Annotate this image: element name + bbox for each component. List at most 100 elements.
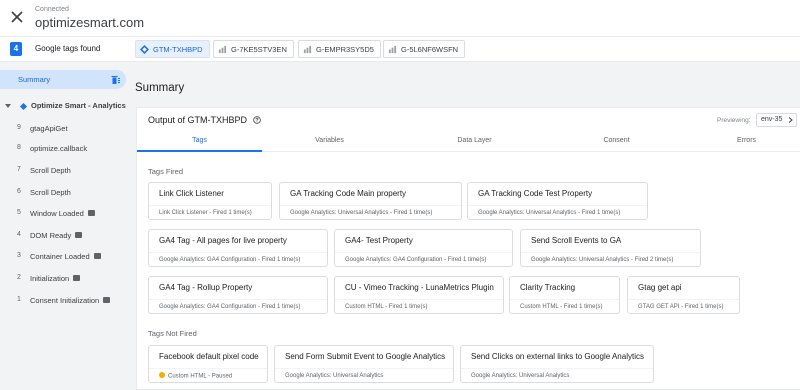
- sidebar-event-item[interactable]: 3 Container Loaded: [0, 251, 133, 265]
- event-number: 3: [17, 252, 21, 259]
- tab-variables[interactable]: Variables: [267, 132, 392, 152]
- tag-name: Gtag get api: [638, 283, 682, 292]
- tag-card[interactable]: Gtag get api GTAG GET API - Fired 1 time…: [627, 276, 740, 314]
- main-content: Summary Output of GTM-TXHBPD Previewing:…: [133, 62, 800, 390]
- connection-status: Connected: [35, 6, 69, 13]
- google-tags-strip: 4 Google tags found GTM-TXHBPD G-7KE5STV…: [0, 36, 800, 62]
- sidebar-event-item[interactable]: 4 DOM Ready: [0, 230, 133, 244]
- previewing-label: Previewing:: [717, 117, 751, 124]
- card-divider: [628, 299, 739, 300]
- sidebar-item-label: Summary: [18, 75, 51, 84]
- tag-name: Send Form Submit Event to Google Analyti…: [285, 352, 446, 361]
- environment-select[interactable]: env-35: [756, 113, 797, 127]
- tag-card[interactable]: Clarity Tracking Custom HTML - Fired 1 t…: [509, 276, 620, 314]
- sidebar: Summary Optimize Smart - Analytics 9 gta…: [0, 62, 133, 390]
- tag-badge-icon: [87, 210, 95, 217]
- tag-status: Google Analytics: Universal Analytics - …: [531, 257, 674, 263]
- tab-errors[interactable]: Errors: [684, 132, 800, 152]
- tag-card[interactable]: GA4 Tag - Rollup Property Google Analyti…: [148, 276, 328, 314]
- trash-icon[interactable]: [111, 75, 120, 85]
- tag-status: Custom HTML - Fired 1 time(s): [520, 304, 603, 310]
- sidebar-event-item[interactable]: 8 optimize.callback: [0, 143, 133, 157]
- card-divider: [280, 205, 461, 206]
- output-title-text: Output of GTM-TXHBPD: [148, 115, 248, 125]
- tag-status: Link Click Listener - Fired 1 time(s): [159, 210, 252, 216]
- tag-status: GTAG GET API - Fired 1 time(s): [638, 304, 724, 310]
- tab-data-layer[interactable]: Data Layer: [412, 132, 537, 152]
- tag-name: GA4 Tag - Rollup Property: [159, 283, 253, 292]
- card-divider: [468, 205, 647, 206]
- container-chip-ga[interactable]: G-EMPR3SY5D5: [298, 40, 381, 58]
- event-number: 4: [17, 231, 21, 238]
- tag-badge-icon: [75, 232, 83, 239]
- top-bar: Connected optimizesmart.com: [0, 0, 800, 36]
- event-number: 2: [17, 274, 21, 281]
- sidebar-event-item[interactable]: 1 Consent Initialization: [0, 295, 133, 309]
- sidebar-event-item[interactable]: 5 Window Loaded: [0, 208, 133, 222]
- tag-status: Google Analytics: Universal Analytics - …: [290, 210, 433, 216]
- tag-card[interactable]: GA Tracking Code Main property Google An…: [279, 182, 462, 220]
- sidebar-container-group[interactable]: Optimize Smart - Analytics: [0, 100, 133, 114]
- event-label: DOM Ready: [30, 231, 72, 240]
- card-divider: [461, 368, 653, 369]
- help-icon[interactable]: [252, 115, 261, 124]
- tag-card[interactable]: Send Clicks on external links to Google …: [460, 345, 654, 383]
- event-label: Container Loaded: [30, 252, 90, 261]
- tag-badge-icon: [73, 275, 81, 282]
- tag-status: Google Analytics: GA4 Configuration - Fi…: [159, 304, 301, 310]
- tag-status: Google Analytics: Universal Analytics - …: [478, 210, 621, 216]
- chip-label: G-EMPR3SY5D5: [316, 44, 374, 54]
- sidebar-event-item[interactable]: 7 Scroll Depth: [0, 165, 133, 179]
- card-divider: [335, 299, 503, 300]
- tag-card[interactable]: GA4- Test Property Google Analytics: GA4…: [334, 229, 513, 267]
- event-number: 9: [17, 124, 21, 131]
- container-chip-ga[interactable]: G-7KE5STV3EN: [213, 40, 294, 58]
- sidebar-event-item[interactable]: 6 Scroll Depth: [0, 187, 133, 201]
- tag-card[interactable]: Send Form Submit Event to Google Analyti…: [274, 345, 454, 383]
- tags-fired-heading: Tags Fired: [148, 167, 184, 176]
- event-label: Scroll Depth: [30, 188, 71, 197]
- tag-card[interactable]: GA Tracking Code Test Property Google An…: [467, 182, 648, 220]
- tag-card[interactable]: GA4 Tag - All pages for live property Go…: [148, 229, 328, 267]
- tab-consent[interactable]: Consent: [554, 132, 679, 152]
- tag-name: GA4- Test Property: [345, 236, 413, 245]
- tag-name: Send Scroll Events to GA: [531, 236, 622, 245]
- tags-count-badge: 4: [10, 42, 22, 56]
- tag-name: CU - Vimeo Tracking - LunaMetrics Plugin: [345, 283, 494, 292]
- event-label: Initialization: [30, 274, 70, 283]
- tag-status: Google Analytics: GA4 Configuration - Fi…: [159, 257, 301, 263]
- card-divider: [510, 299, 619, 300]
- tag-badge-icon: [103, 297, 111, 304]
- card-divider: [275, 368, 453, 369]
- sidebar-event-item[interactable]: 2 Initialization: [0, 273, 133, 287]
- sidebar-event-item[interactable]: 9 gtagApiGet: [0, 123, 133, 137]
- tag-badge-icon: [93, 253, 101, 260]
- chip-label: G-5L6NF6WSFN: [401, 44, 459, 54]
- event-label: Window Loaded: [30, 209, 84, 218]
- event-number: 6: [17, 188, 21, 195]
- gtm-diamond-icon: [140, 44, 149, 54]
- card-divider: [149, 205, 271, 206]
- container-chip-ga[interactable]: G-5L6NF6WSFN: [383, 40, 466, 58]
- tab-tags[interactable]: Tags: [137, 132, 262, 152]
- tag-card[interactable]: CU - Vimeo Tracking - LunaMetrics Plugin…: [334, 276, 504, 314]
- sidebar-item-summary[interactable]: Summary: [0, 70, 126, 89]
- caret-down-icon: [5, 104, 11, 108]
- event-number: 7: [17, 166, 21, 173]
- output-panel: Output of GTM-TXHBPD Previewing: env-35 …: [136, 107, 800, 390]
- tag-icon: [303, 45, 312, 53]
- tag-icon: [388, 45, 397, 53]
- tag-name: GA Tracking Code Test Property: [478, 189, 593, 198]
- close-icon[interactable]: [10, 10, 24, 24]
- tag-card[interactable]: Link Click Listener Link Click Listener …: [148, 182, 272, 220]
- environment-value: env-35: [761, 116, 783, 123]
- card-divider: [149, 299, 327, 300]
- container-chip-gtm[interactable]: GTM-TXHBPD: [135, 40, 210, 58]
- tag-card[interactable]: Facebook default pixel code Custom HTML …: [148, 345, 268, 383]
- event-label: optimize.callback: [30, 144, 88, 153]
- tag-name: GA4 Tag - All pages for live property: [159, 236, 287, 245]
- chevron-right-icon: [788, 117, 793, 123]
- tag-name: Link Click Listener: [159, 189, 224, 198]
- tag-card[interactable]: Send Scroll Events to GA Google Analytic…: [520, 229, 701, 267]
- output-title: Output of GTM-TXHBPD: [148, 115, 261, 125]
